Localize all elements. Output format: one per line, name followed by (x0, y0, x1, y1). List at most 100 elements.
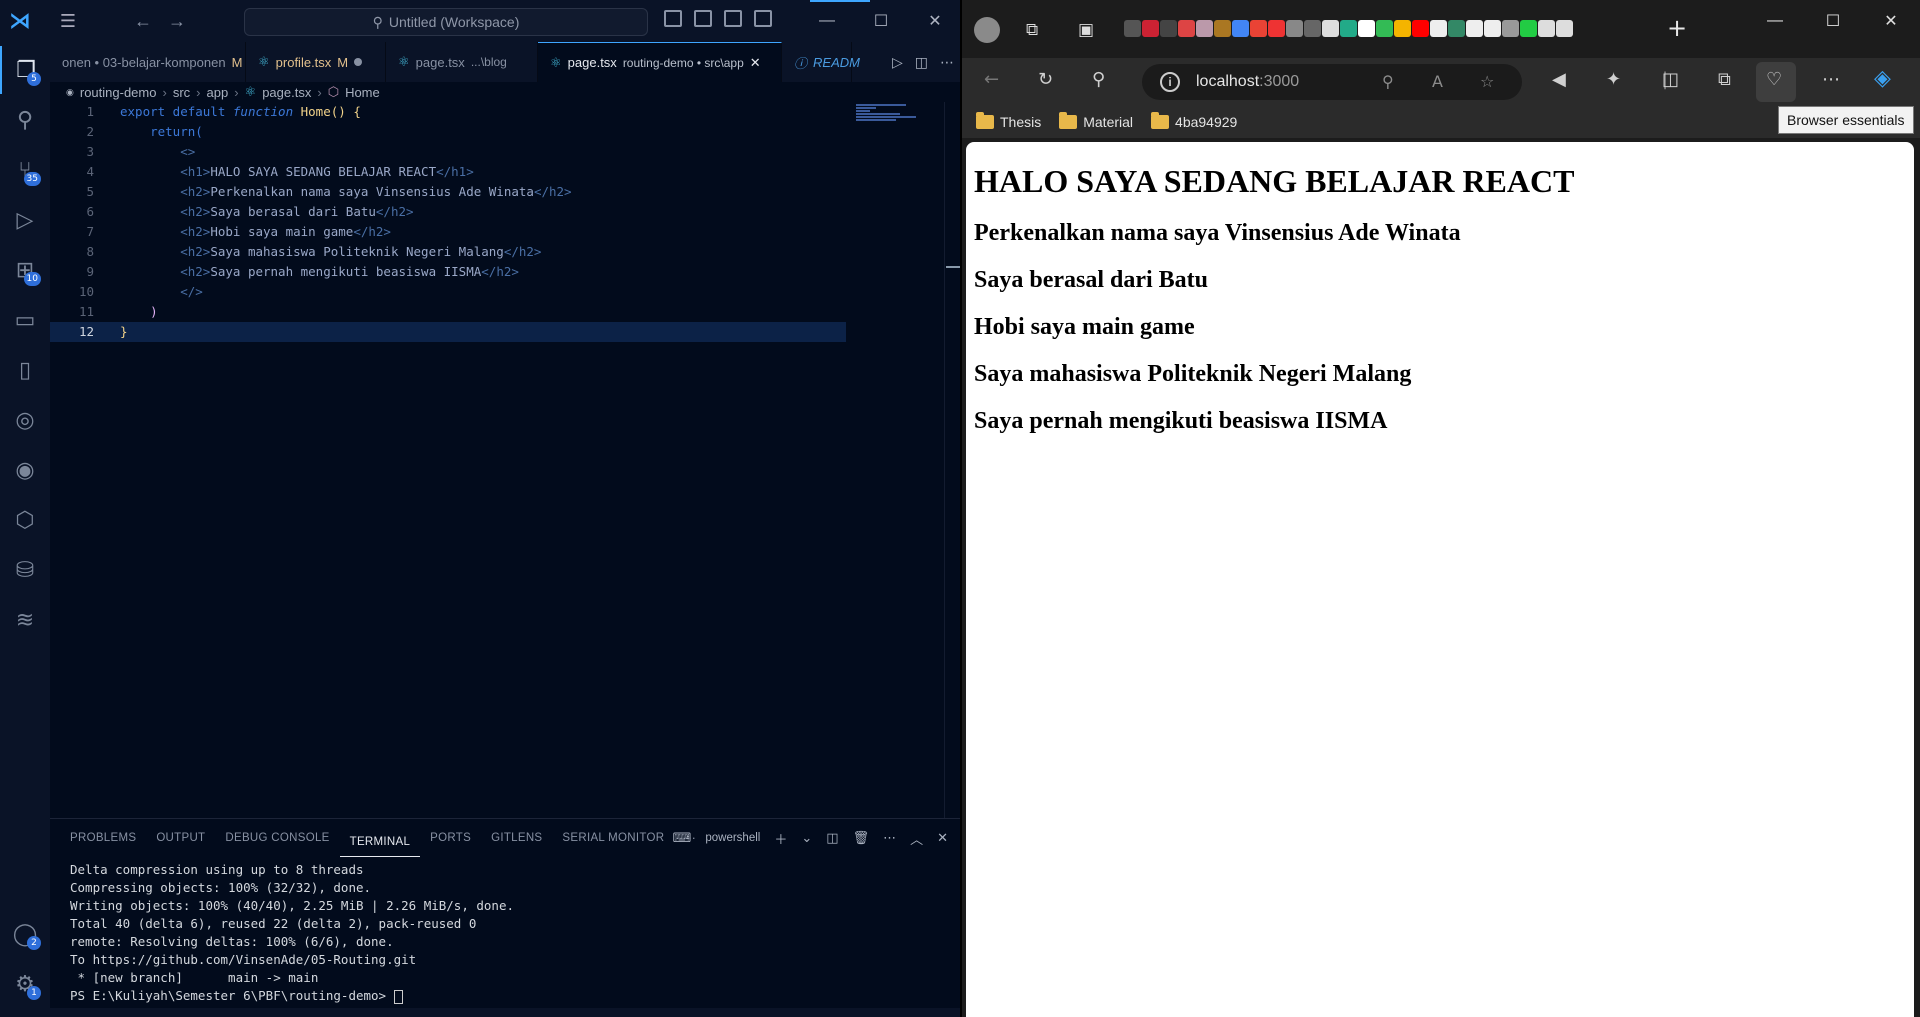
google-icon[interactable] (1250, 20, 1267, 37)
document-icon[interactable] (1556, 20, 1573, 37)
tab-gitlens[interactable]: GITLENS (481, 819, 552, 857)
hamburger-menu-icon[interactable]: ☰ (48, 0, 88, 42)
toggle-secondary-sidebar-icon[interactable] (724, 10, 742, 27)
terminal-output[interactable]: Delta compression using up to 8 threads C… (70, 861, 514, 1005)
forward-arrow-icon[interactable]: → (168, 11, 186, 32)
tab-readme[interactable]: ⓘ READM (782, 42, 860, 82)
new-terminal-icon[interactable]: ＋ (774, 829, 787, 848)
database-icon[interactable]: ⛁ (0, 546, 50, 594)
extension-view-icon[interactable]: ⬡ (0, 496, 50, 544)
pinned-tab-icon[interactable] (1340, 20, 1357, 37)
more-actions-icon[interactable]: ⋯ (883, 830, 896, 846)
site-info-icon[interactable]: i (1160, 72, 1180, 92)
gmail-icon[interactable] (1178, 20, 1195, 37)
search-icon[interactable]: ⚲ (1092, 69, 1105, 90)
favorite-star-icon[interactable]: ☆ (1480, 72, 1494, 91)
close-icon[interactable]: ✕ (1862, 0, 1920, 42)
notebook-icon[interactable]: ▯ (0, 346, 50, 394)
minimap[interactable] (856, 104, 948, 124)
pinned-tab-icon[interactable] (1448, 20, 1465, 37)
tab-ports[interactable]: PORTS (420, 819, 481, 857)
address-bar[interactable]: i localhost:3000 ⚲ A ☆ (1142, 64, 1522, 100)
run-debug-icon[interactable]: ▷ (0, 196, 50, 244)
maximize-icon[interactable]: ☐ (854, 0, 908, 42)
unsaved-dot-icon[interactable] (354, 58, 363, 66)
extensions-icon[interactable]: ✦ (1606, 69, 1621, 90)
scrollbar-track[interactable] (944, 102, 945, 818)
breadcrumb-item[interactable]: app (207, 85, 229, 100)
status-bar[interactable] (0, 1008, 960, 1017)
more-menu-icon[interactable]: ⋯ (1822, 69, 1840, 90)
read-aloud-icon[interactable]: A (1432, 72, 1443, 91)
pinned-tab-icon[interactable] (1304, 20, 1321, 37)
split-screen-icon[interactable]: ◫ (1662, 69, 1679, 90)
google-icon[interactable] (1232, 20, 1249, 37)
back-arrow-icon[interactable]: ← (134, 11, 152, 32)
tab-serial-monitor[interactable]: SERIAL MONITOR (552, 819, 674, 857)
minimize-icon[interactable]: — (800, 0, 854, 42)
split-editor-icon[interactable]: ◫ (915, 54, 928, 71)
pinned-tab-icon[interactable] (1214, 20, 1231, 37)
customize-layout-icon[interactable] (754, 10, 772, 27)
collections-icon[interactable]: ⧉ (1718, 69, 1731, 90)
extensions-icon[interactable]: ⊞ 10 (0, 246, 50, 294)
settings-gear-icon[interactable]: ⚙ 1 (0, 960, 50, 1008)
toggle-panel-icon[interactable] (694, 10, 712, 27)
tab-problems[interactable]: PROBLEMS (60, 819, 146, 857)
maximize-panel-icon[interactable]: ︿ (910, 829, 923, 848)
pinned-tab-icon[interactable] (1286, 20, 1303, 37)
command-center-search[interactable]: ⚲ Untitled (Workspace) (244, 8, 648, 36)
profile-avatar[interactable] (974, 17, 1000, 43)
more-actions-icon[interactable]: ⋯ (940, 54, 954, 71)
gitlens-inspect-icon[interactable]: ◉ (0, 446, 50, 494)
zoom-icon[interactable]: ⚲ (1382, 72, 1394, 91)
gitlens-icon[interactable]: ◎ (0, 396, 50, 444)
breadcrumb-item[interactable]: src (173, 85, 190, 100)
copilot-icon[interactable]: ◈ (1874, 66, 1891, 91)
remote-explorer-icon[interactable]: ▭ (0, 296, 50, 344)
pinned-tab-icon[interactable] (1484, 20, 1501, 37)
run-icon[interactable]: ▷ (892, 54, 903, 71)
pinned-tab-icon[interactable] (1466, 20, 1483, 37)
terminal-shell-name[interactable]: powershell (705, 832, 760, 844)
pinned-tab-icon[interactable] (1268, 20, 1285, 37)
chevron-down-icon[interactable]: ⌄ (801, 830, 812, 846)
breadcrumb-item[interactable]: routing-demo (80, 85, 157, 100)
bookmark-thesis[interactable]: Thesis (976, 112, 1041, 130)
close-panel-icon[interactable]: ✕ (937, 830, 948, 846)
close-icon[interactable]: ✕ (908, 0, 960, 42)
pinned-tab-icon[interactable] (1502, 20, 1519, 37)
document-icon[interactable] (1538, 20, 1555, 37)
split-terminal-icon[interactable]: ◫ (826, 830, 838, 846)
heart-pulse-icon[interactable]: ♡ (1766, 69, 1782, 90)
github-icon[interactable] (1358, 20, 1375, 37)
drive-icon[interactable] (1394, 20, 1411, 37)
pinned-tab-icon[interactable] (1520, 20, 1537, 37)
source-control-icon[interactable]: ⑂ 35 (0, 146, 50, 194)
bookmark-material[interactable]: Material (1059, 112, 1133, 130)
bookmark-4ba94929[interactable]: 4ba94929 (1151, 112, 1237, 130)
tab-terminal[interactable]: TERMINAL (339, 827, 421, 857)
tab-debug-console[interactable]: DEBUG CONSOLE (215, 819, 339, 857)
refresh-icon[interactable]: ↻ (1038, 69, 1053, 90)
minimize-icon[interactable]: — (1746, 0, 1804, 42)
tab-page-tsx-app[interactable]: ⚛ page.tsx routing-demo • src\app ✕ (538, 42, 782, 82)
explorer-icon[interactable]: ❐ 5 (0, 46, 50, 94)
breadcrumb-item[interactable]: Home (345, 85, 380, 100)
tab-actions-icon[interactable]: ▣ (1078, 20, 1094, 40)
accounts-icon[interactable]: ◯ 2 (0, 910, 50, 958)
code-editor[interactable]: 1 export default function Home() { 2 retu… (50, 102, 960, 818)
tab-03-belajar-komponen[interactable]: onen • 03-belajar-komponen M (50, 42, 246, 82)
document-icon[interactable] (1322, 20, 1339, 37)
tab-close-icon[interactable]: ✕ (750, 55, 761, 71)
pinned-tab-icon[interactable] (1160, 20, 1177, 37)
tab-page-tsx-blog[interactable]: ⚛ page.tsx ...\blog (386, 42, 538, 82)
pinned-tab-icon[interactable] (1376, 20, 1393, 37)
new-tab-icon[interactable]: + (1667, 14, 1687, 42)
search-icon[interactable]: ⚲ (0, 96, 50, 144)
toggle-primary-sidebar-icon[interactable] (664, 10, 682, 27)
tab-output[interactable]: OUTPUT (146, 819, 215, 857)
pinned-tab-icon[interactable] (1196, 20, 1213, 37)
media-icon[interactable]: ◀ (1552, 69, 1566, 90)
pinned-tab-icon[interactable] (1142, 20, 1159, 37)
